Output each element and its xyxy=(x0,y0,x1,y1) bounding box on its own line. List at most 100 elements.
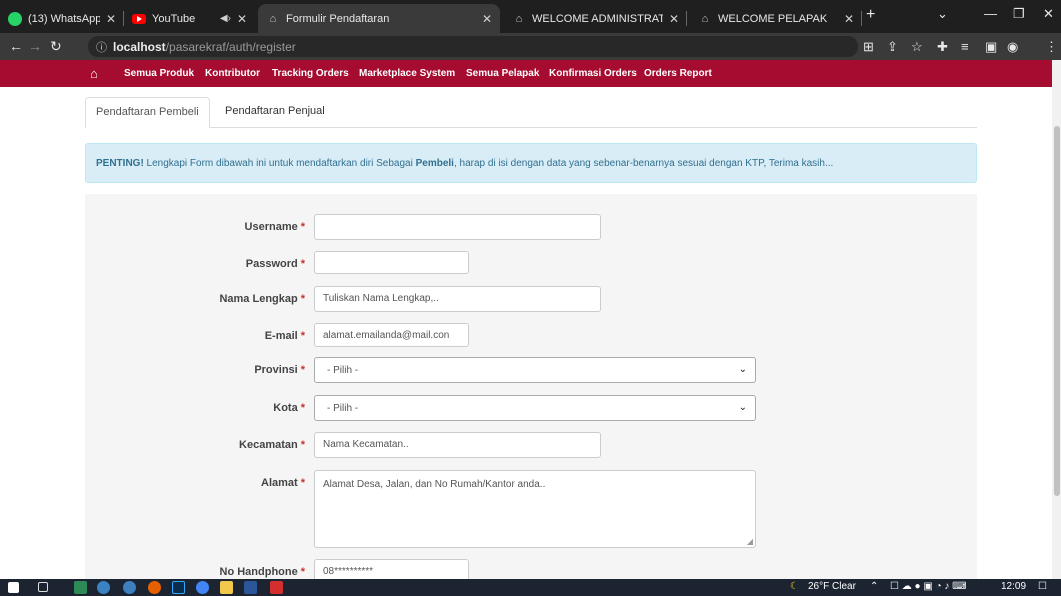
tab-label: Formulir Pendaftaran xyxy=(286,12,390,25)
tab-welcome-administrator[interactable]: ⌂ WELCOME ADMINISTRATOR ✕ xyxy=(504,4,687,33)
info-alert: PENTING! Lengkapi Form dibawah ini untuk… xyxy=(85,143,977,183)
profile-avatar-icon[interactable]: ◉ xyxy=(1007,39,1018,55)
site-navbar: ⌂ Semua Produk Kontributor Tracking Orde… xyxy=(0,60,1061,87)
resize-handle-icon[interactable]: ◢ xyxy=(747,537,753,546)
tray-icons[interactable]: ☐ ☁ ● ▣ ◔ ♪ ⌨ xyxy=(890,581,967,592)
start-icon[interactable] xyxy=(8,582,19,593)
tab-label: YouTube xyxy=(152,12,196,25)
tab-formulir-pendaftaran[interactable]: ⌂ Formulir Pendaftaran ✕ xyxy=(258,4,500,33)
firefox-icon[interactable] xyxy=(148,581,161,594)
back-icon[interactable]: ← xyxy=(9,38,23,54)
notifications-icon[interactable]: ☐ xyxy=(1038,581,1047,592)
clock-time[interactable]: 12:09 xyxy=(1001,581,1026,592)
page-scrollbar[interactable] xyxy=(1052,60,1061,579)
weather-icon: ☾ xyxy=(790,581,799,592)
kota-label: Kota * xyxy=(273,402,305,414)
tab-whatsapp[interactable]: (13) WhatsApp ✕ xyxy=(0,4,124,33)
youtube-icon xyxy=(132,13,146,24)
nav-marketplace-system[interactable]: Marketplace System xyxy=(359,68,455,79)
site-info-icon[interactable]: ⓘ xyxy=(96,39,107,55)
chevron-down-icon: ⌄ xyxy=(738,402,747,413)
chrome-icon[interactable] xyxy=(196,581,209,594)
username-label: Username * xyxy=(244,221,305,233)
new-tab-button[interactable]: + xyxy=(866,6,875,24)
close-icon[interactable]: ✕ xyxy=(669,12,679,26)
provinsi-label: Provinsi * xyxy=(254,364,305,376)
windows-taskbar: ☾ 26°F Clear ⌃ ☐ ☁ ● ▣ ◔ ♪ ⌨ 12:09 ☐ xyxy=(0,579,1061,596)
tab-label: WELCOME PELAPAK xyxy=(718,12,828,25)
close-icon[interactable]: ✕ xyxy=(844,12,854,26)
weather-text[interactable]: 26°F Clear xyxy=(808,581,856,592)
menu-icon[interactable]: ⋮ xyxy=(1045,39,1058,55)
password-input[interactable] xyxy=(314,251,469,274)
alamat-textarea[interactable]: Alamat Desa, Jalan, dan No Rumah/Kantor … xyxy=(314,470,756,548)
nav-semua-pelapak[interactable]: Semua Pelapak xyxy=(466,68,539,79)
nav-konfirmasi-orders[interactable]: Konfirmasi Orders xyxy=(549,68,637,79)
kota-selected-value: - Pilih - xyxy=(327,403,359,414)
word-icon[interactable] xyxy=(244,581,257,594)
browser-tab-strip: (13) WhatsApp ✕ YouTube ◀› ✕ ⌂ Formulir … xyxy=(0,0,1061,33)
bookmark-star-icon[interactable]: ☆ xyxy=(911,39,923,55)
address-bar: ← → ↻ ⓘ localhost/pasarekraf/auth/regist… xyxy=(0,33,1061,60)
url-text: localhost/pasarekraf/auth/register xyxy=(113,40,296,54)
tab-search-icon[interactable]: ⌄ xyxy=(937,6,948,22)
app-icon-3[interactable] xyxy=(123,581,136,594)
nama-lengkap-label: Nama Lengkap * xyxy=(219,293,305,305)
translate-icon[interactable]: ⊞ xyxy=(863,39,874,55)
speaker-icon[interactable]: ◀› xyxy=(220,13,231,24)
registration-form: Username * Password * Nama Lengkap * Tulisk… xyxy=(85,194,977,584)
password-label: Password * xyxy=(245,258,305,270)
close-icon[interactable]: ✕ xyxy=(482,12,492,26)
app-icon-2[interactable] xyxy=(97,581,110,594)
page-icon: ⌂ xyxy=(701,12,709,25)
tab-label: (13) WhatsApp xyxy=(28,12,100,25)
nama-lengkap-input[interactable]: Tuliskan Nama Lengkap,.. xyxy=(314,286,601,312)
pdf-reader-icon[interactable] xyxy=(270,581,283,594)
page-icon: ⌂ xyxy=(515,12,523,25)
kecamatan-label: Kecamatan * xyxy=(239,439,305,451)
task-view-icon[interactable] xyxy=(38,582,48,592)
scrollbar-thumb[interactable] xyxy=(1054,126,1060,496)
share-icon[interactable]: ⇪ xyxy=(887,39,898,55)
provinsi-selected-value: - Pilih - xyxy=(327,365,359,376)
tab-welcome-pelapak[interactable]: ⌂ WELCOME PELAPAK ✕ xyxy=(690,4,862,33)
email-input[interactable]: alamat.emailanda@mail.con xyxy=(314,323,469,347)
close-icon[interactable]: ✕ xyxy=(106,12,116,26)
photoshop-icon[interactable] xyxy=(172,581,185,594)
email-label: E-mail * xyxy=(264,330,305,342)
tab-pendaftaran-pembeli[interactable]: Pendaftaran Pembeli xyxy=(85,97,210,128)
no-handphone-label: No Handphone * xyxy=(219,566,306,578)
tab-pendaftaran-penjual[interactable]: Pendaftaran Penjual xyxy=(215,97,335,128)
tab-youtube[interactable]: YouTube ◀› ✕ xyxy=(124,4,255,33)
app-icon-1[interactable] xyxy=(74,581,87,594)
side-panel-icon[interactable]: ▣ xyxy=(985,39,997,55)
alamat-placeholder: Alamat Desa, Jalan, dan No Rumah/Kantor … xyxy=(323,479,546,490)
nav-orders-report[interactable]: Orders Report xyxy=(644,68,712,79)
tab-label: WELCOME ADMINISTRATOR xyxy=(532,12,663,25)
nav-semua-produk[interactable]: Semua Produk xyxy=(124,68,194,79)
registration-tabs: Pendaftaran Pembeli Pendaftaran Penjual xyxy=(85,97,977,128)
reading-list-icon[interactable]: ≡ xyxy=(961,39,969,54)
nav-kontributor[interactable]: Kontributor xyxy=(205,68,260,79)
kecamatan-input[interactable]: Nama Kecamatan.. xyxy=(314,432,601,458)
minimize-button[interactable]: — xyxy=(984,6,997,21)
close-window-button[interactable]: ✕ xyxy=(1043,6,1054,22)
page-icon: ⌂ xyxy=(269,12,277,25)
url-field[interactable]: ⓘ localhost/pasarekraf/auth/register xyxy=(88,36,858,57)
tray-overflow-icon[interactable]: ⌃ xyxy=(870,581,878,592)
home-icon[interactable]: ⌂ xyxy=(90,66,98,81)
close-icon[interactable]: ✕ xyxy=(237,12,247,26)
file-explorer-icon[interactable] xyxy=(220,581,233,594)
page-content: Pendaftaran Pembeli Pendaftaran Penjual … xyxy=(0,87,1061,584)
whatsapp-icon xyxy=(8,11,22,26)
alamat-label: Alamat * xyxy=(261,477,305,489)
kota-select[interactable]: - Pilih - ⌄ xyxy=(314,395,756,421)
chevron-down-icon: ⌄ xyxy=(738,364,747,375)
extensions-icon[interactable]: ✚ xyxy=(937,39,948,55)
forward-icon[interactable]: → xyxy=(28,38,42,54)
restore-button[interactable]: ❐ xyxy=(1013,6,1025,22)
username-input[interactable] xyxy=(314,214,601,240)
provinsi-select[interactable]: - Pilih - ⌄ xyxy=(314,357,756,383)
reload-icon[interactable]: ↻ xyxy=(50,38,62,55)
nav-tracking-orders[interactable]: Tracking Orders xyxy=(272,68,349,79)
